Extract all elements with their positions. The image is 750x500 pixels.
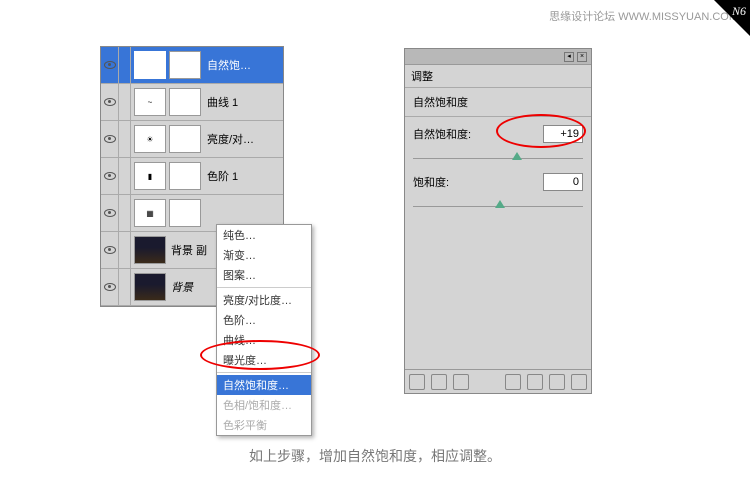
layer-thumb[interactable] [134,236,166,264]
link-column [119,232,131,269]
vibrance-input[interactable] [543,125,583,143]
saturation-slider[interactable] [413,193,583,207]
layer-thumb[interactable] [134,273,166,301]
layer-thumb[interactable]: V [134,51,166,79]
caption-text: 如上步骤，增加自然饱和度，相应调整。 [0,446,750,466]
layer-thumb[interactable]: ▦ [134,199,166,227]
layer-row[interactable]: ☀ 亮度/对… [101,121,283,158]
layer-thumb[interactable]: ~ [134,88,166,116]
menu-item[interactable]: 色阶… [217,310,311,330]
layer-row[interactable]: ▮ 色阶 1 [101,158,283,195]
panel-header: ◂ × [405,49,591,65]
menu-item[interactable]: 亮度/对比度… [217,290,311,310]
menu-separator [217,287,311,288]
layer-thumb[interactable]: ▮ [134,162,166,190]
layer-name[interactable]: 曲线 1 [205,94,283,110]
footer-icon[interactable] [453,374,469,390]
visibility-toggle[interactable] [101,121,119,158]
layer-thumb[interactable]: ☀ [134,125,166,153]
menu-item: 色彩平衡 [217,415,311,435]
vibrance-label: 自然饱和度: [413,126,543,142]
footer-icon[interactable] [409,374,425,390]
menu-item[interactable]: 图案… [217,265,311,285]
reset-icon[interactable] [527,374,543,390]
close-icon[interactable]: × [577,52,587,62]
layer-name[interactable]: 自然饱… [205,57,283,73]
corner-text: N6 [732,4,746,19]
layer-mask[interactable] [169,51,201,79]
clip-icon[interactable] [505,374,521,390]
link-column [119,47,131,84]
layer-mask[interactable] [169,88,201,116]
saturation-row: 饱和度: [405,165,591,193]
layer-mask[interactable] [169,125,201,153]
link-column [119,121,131,158]
vibrance-row: 自然饱和度: [405,117,591,145]
menu-item[interactable]: 渐变… [217,245,311,265]
layer-mask[interactable] [169,162,201,190]
link-column [119,195,131,232]
context-menu: 纯色…渐变…图案… 亮度/对比度…色阶…曲线…曝光度… 自然饱和度…色相/饱和度…色… [216,224,312,436]
link-column [119,84,131,121]
visibility-icon[interactable] [549,374,565,390]
collapse-icon[interactable]: ◂ [564,52,574,62]
saturation-input[interactable] [543,173,583,191]
adjustment-title: 自然饱和度 [405,88,591,117]
menu-separator [217,372,311,373]
menu-item[interactable]: 曝光度… [217,350,311,370]
adjustments-tab[interactable]: 调整 [405,65,591,88]
visibility-toggle[interactable] [101,158,119,195]
trash-icon[interactable] [571,374,587,390]
menu-item: 色相/饱和度… [217,395,311,415]
menu-item[interactable]: 纯色… [217,225,311,245]
visibility-toggle[interactable] [101,232,119,269]
visibility-toggle[interactable] [101,84,119,121]
link-column [119,269,131,306]
visibility-toggle[interactable] [101,47,119,84]
saturation-label: 饱和度: [413,174,543,190]
visibility-toggle[interactable] [101,195,119,232]
adjustments-panel: ◂ × 调整 自然饱和度 自然饱和度: 饱和度: [404,48,592,394]
layer-name[interactable]: 亮度/对… [205,131,283,147]
layer-name[interactable]: 色阶 1 [205,168,283,184]
watermark-text: 思缘设计论坛 WWW.MISSYUAN.COM [549,8,738,24]
layer-mask[interactable] [169,199,201,227]
visibility-toggle[interactable] [101,269,119,306]
menu-item[interactable]: 曲线… [217,330,311,350]
footer-icon[interactable] [431,374,447,390]
layer-row[interactable]: ~ 曲线 1 [101,84,283,121]
menu-item[interactable]: 自然饱和度… [217,375,311,395]
panel-footer [405,369,591,393]
link-column [119,158,131,195]
vibrance-slider[interactable] [413,145,583,159]
layer-row[interactable]: V 自然饱… [101,47,283,84]
